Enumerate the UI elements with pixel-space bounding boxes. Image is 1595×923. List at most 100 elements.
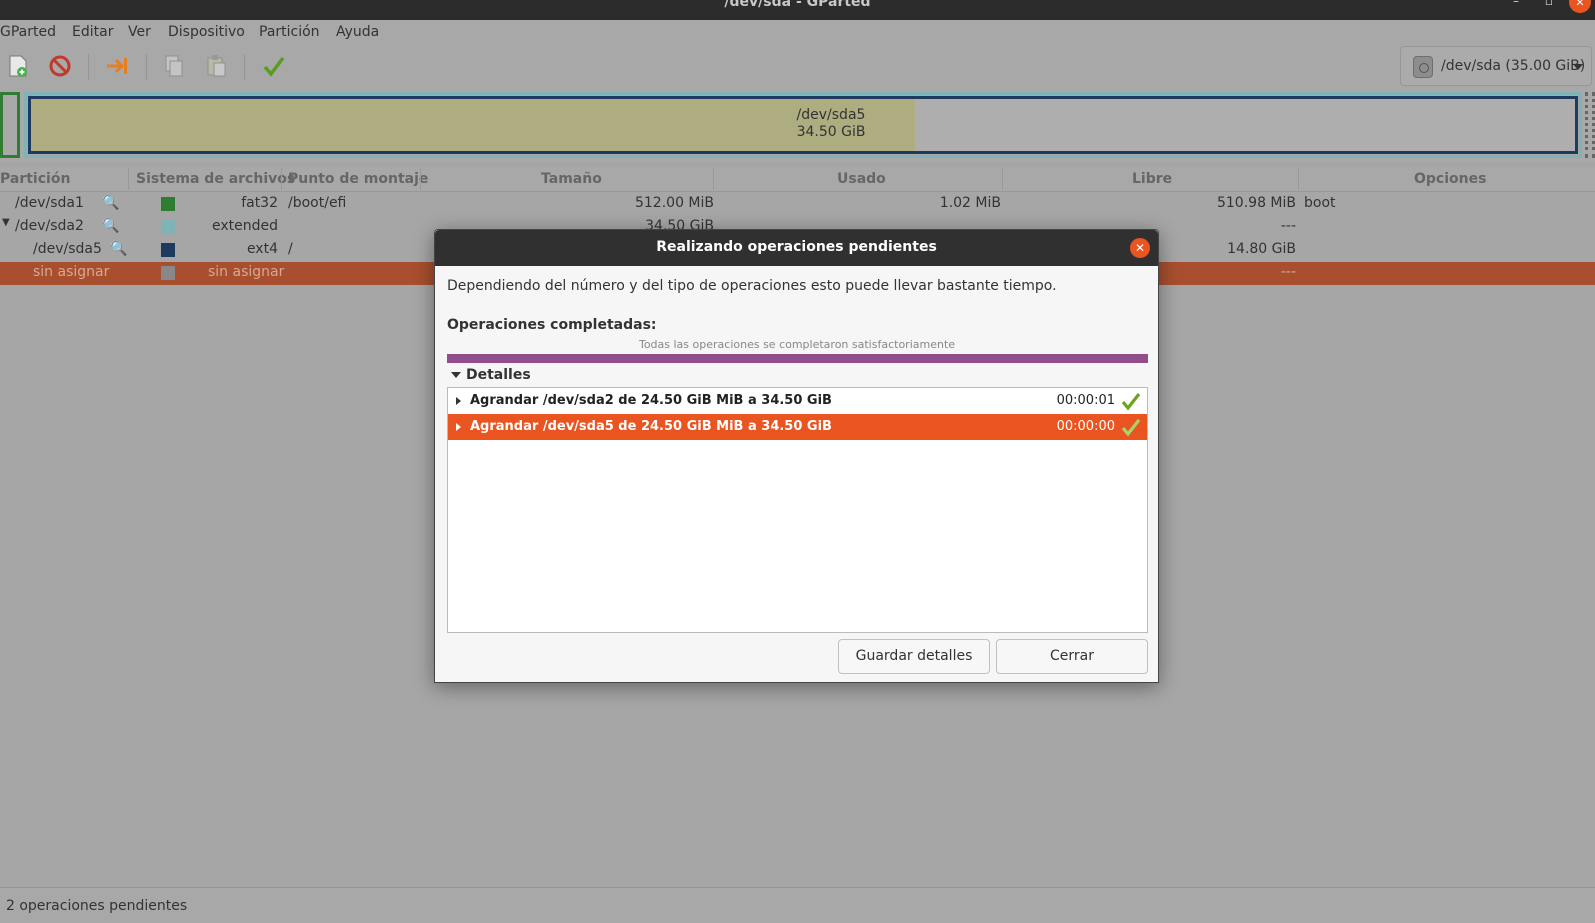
delete-icon xyxy=(49,55,71,77)
completed-operations-label: Operaciones completadas: xyxy=(447,317,657,333)
fs-color-swatch xyxy=(161,266,175,280)
column-separator xyxy=(713,168,714,190)
resize-move-button[interactable] xyxy=(103,52,131,80)
free: 510.98 MiB xyxy=(1216,195,1296,211)
minimize-button[interactable]: – xyxy=(1513,0,1519,8)
key-icon: 🔍 xyxy=(110,241,128,257)
menu-dispositivo[interactable]: Dispositivo xyxy=(168,24,245,40)
new-partition-button[interactable] xyxy=(4,52,32,80)
toolbar-separator xyxy=(88,54,89,80)
col-usado[interactable]: Usado xyxy=(837,171,886,187)
device-selector[interactable]: /dev/sda (35.00 GiB) xyxy=(1400,46,1592,86)
menu-ver[interactable]: Ver xyxy=(128,24,151,40)
diskmap-sda1[interactable] xyxy=(0,92,20,158)
progress-text: Todas las operaciones se completaron sat… xyxy=(638,338,956,351)
window-titlebar: /dev/sda - GParted – ▫ ✕ xyxy=(0,0,1595,20)
used: 1.02 MiB xyxy=(939,195,1001,211)
menu-ayuda[interactable]: Ayuda xyxy=(336,24,379,40)
toolbar-separator xyxy=(146,54,147,80)
mountpoint: /boot/efi xyxy=(288,195,347,211)
filesystem: fat32 xyxy=(241,195,278,211)
diskmap-sda5-label: /dev/sda5 34.50 GiB xyxy=(731,107,931,141)
copy-button[interactable] xyxy=(160,52,188,80)
menu-particion[interactable]: Partición xyxy=(259,24,320,40)
partition-name: sin asignar xyxy=(33,264,110,280)
operation-time: 00:00:00 xyxy=(1056,419,1115,434)
chevron-down-icon xyxy=(451,372,461,378)
copy-icon xyxy=(165,55,183,77)
filesystem: ext4 xyxy=(246,241,278,257)
window-title: /dev/sda - GParted xyxy=(724,0,871,10)
filesystem: sin asignar xyxy=(208,264,285,280)
table-row[interactable]: /dev/sda1 🔍 fat32 /boot/efi 512.00 MiB 1… xyxy=(0,193,1595,216)
operation-row[interactable]: Agrandar /dev/sda2 de 24.50 GiB MiB a 34… xyxy=(448,388,1147,414)
partition-name: /dev/sda5 xyxy=(33,241,102,257)
close-button[interactable]: Cerrar xyxy=(996,639,1148,674)
paste-icon xyxy=(207,55,226,77)
diskmap-sda5[interactable]: /dev/sda5 34.50 GiB xyxy=(28,96,1578,154)
harddisk-icon xyxy=(1413,56,1433,78)
mountpoint: / xyxy=(288,241,293,257)
delete-partition-button[interactable] xyxy=(46,52,74,80)
key-icon: 🔍 xyxy=(102,195,120,211)
free: 14.80 GiB xyxy=(1227,241,1296,257)
flags: boot xyxy=(1304,195,1336,211)
menu-editar[interactable]: Editar xyxy=(72,24,113,40)
apply-icon xyxy=(263,56,285,77)
expander-right-icon[interactable] xyxy=(456,397,461,405)
status-text: 2 operaciones pendientes xyxy=(6,898,188,914)
col-tamano[interactable]: Tamaño xyxy=(541,171,602,187)
save-details-button[interactable]: Guardar detalles xyxy=(838,639,990,674)
operation-label: Agrandar /dev/sda2 de 24.50 GiB MiB a 34… xyxy=(470,393,832,408)
new-icon xyxy=(9,55,27,77)
expander-down-icon[interactable]: ▼ xyxy=(2,217,10,228)
col-particion[interactable]: Partición xyxy=(0,171,70,187)
fs-color-swatch xyxy=(161,197,175,211)
operation-row-selected[interactable]: Agrandar /dev/sda5 de 24.50 GiB MiB a 34… xyxy=(448,414,1147,440)
diskmap-sda5-size: 34.50 GiB xyxy=(796,124,866,140)
dialog-title: Realizando operaciones pendientes xyxy=(656,239,937,255)
toolbar: /dev/sda (35.00 GiB) xyxy=(0,46,1595,90)
window-close-button[interactable]: ✕ xyxy=(1569,0,1591,13)
column-separator xyxy=(1298,168,1299,190)
dialog-close-icon[interactable]: ✕ xyxy=(1130,238,1150,258)
key-icon: 🔍 xyxy=(102,218,120,234)
operation-label: Agrandar /dev/sda5 de 24.50 GiB MiB a 34… xyxy=(470,419,832,434)
menu-gparted[interactable]: GParted xyxy=(0,24,56,40)
col-opciones[interactable]: Opciones xyxy=(1414,171,1486,187)
partition-table-header: Partición Sistema de archivos Punto de m… xyxy=(0,168,1595,192)
menu-bar: GParted Editar Ver Dispositivo Partición… xyxy=(0,20,1595,46)
pending-operations-dialog: Realizando operaciones pendientes ✕ Depe… xyxy=(434,229,1159,683)
check-icon xyxy=(1121,393,1141,411)
progress-bar-fill xyxy=(447,354,1148,363)
operation-time: 00:00:01 xyxy=(1056,393,1115,408)
dialog-message: Dependiendo del número y del tipo de ope… xyxy=(447,278,1057,294)
details-expander[interactable]: Detalles xyxy=(451,367,531,383)
col-libre[interactable]: Libre xyxy=(1132,171,1172,187)
paste-button[interactable] xyxy=(202,52,230,80)
status-bar: 2 operaciones pendientes xyxy=(0,887,1595,923)
resize-move-icon xyxy=(107,58,127,74)
filesystem: extended xyxy=(211,218,278,234)
device-selector-label: /dev/sda (35.00 GiB) xyxy=(1441,58,1586,74)
col-sistema-archivos[interactable]: Sistema de archivos xyxy=(136,171,295,187)
partition-name: /dev/sda1 xyxy=(15,195,84,211)
toolbar-separator xyxy=(244,54,245,80)
progress-bar xyxy=(447,354,1148,363)
diskmap-unallocated[interactable] xyxy=(1585,92,1595,158)
check-icon xyxy=(1121,419,1141,437)
column-separator xyxy=(128,168,129,190)
free: --- xyxy=(1280,264,1296,280)
partition-name: /dev/sda2 xyxy=(15,218,84,234)
fs-color-swatch xyxy=(161,243,175,257)
size: 512.00 MiB xyxy=(634,195,714,211)
expander-right-icon[interactable] xyxy=(456,423,461,431)
col-punto-montaje[interactable]: Punto de montaje xyxy=(288,171,428,187)
disk-map: /dev/sda5 34.50 GiB xyxy=(0,90,1595,162)
details-label: Detalles xyxy=(466,367,531,383)
fs-color-swatch xyxy=(161,220,175,234)
column-separator xyxy=(281,168,282,190)
chevron-down-icon xyxy=(1573,64,1583,70)
maximize-button[interactable]: ▫ xyxy=(1545,0,1553,8)
apply-button[interactable] xyxy=(260,52,288,80)
